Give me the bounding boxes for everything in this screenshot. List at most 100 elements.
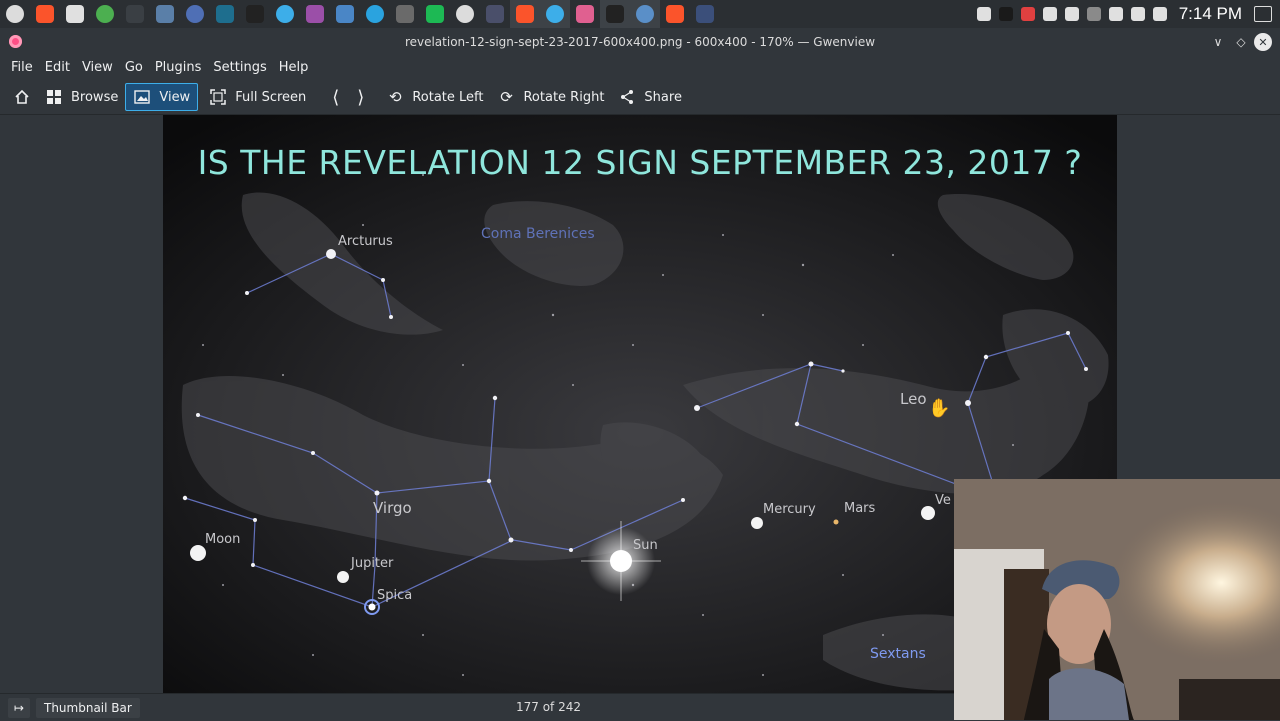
obs-window-icon: [606, 5, 624, 23]
network-launcher[interactable]: [150, 0, 180, 28]
tray-expand-button[interactable]: [1149, 0, 1171, 28]
night-mode-launcher[interactable]: [450, 0, 480, 28]
battery-icon: [1130, 7, 1145, 21]
gwenview-window-launcher[interactable]: [630, 0, 660, 28]
settings-icon: [66, 5, 84, 23]
clock[interactable]: 7:14 PM: [1179, 4, 1242, 24]
menu-plugins[interactable]: Plugins: [149, 60, 208, 75]
screenshot-tray-button[interactable]: [1017, 0, 1039, 28]
chrome-icon: [96, 5, 114, 23]
home-button[interactable]: [6, 83, 38, 111]
brave-window-2-launcher[interactable]: [660, 0, 690, 28]
updates-tray-button[interactable]: [1039, 0, 1061, 28]
next-button[interactable]: ⟩: [348, 83, 373, 111]
file-manager-launcher[interactable]: [270, 0, 300, 28]
spotify-launcher[interactable]: [420, 0, 450, 28]
media-play-button[interactable]: [973, 0, 995, 28]
circle-app-icon: [486, 5, 504, 23]
close-icon[interactable]: ✕: [1254, 33, 1272, 51]
label-venus: Ve: [935, 493, 951, 508]
folder-window-icon: [546, 5, 564, 23]
full-screen-label: Full Screen: [235, 89, 307, 105]
gwenview-app-icon[interactable]: [9, 35, 22, 48]
label-moon: Moon: [205, 532, 241, 547]
clipboard-tray-icon: [1064, 7, 1079, 21]
rotate-right-icon: ⟳: [500, 88, 513, 106]
clipboard-tray-button[interactable]: [1061, 0, 1083, 28]
battery-button[interactable]: [1127, 0, 1149, 28]
panel-launcher[interactable]: [210, 0, 240, 28]
app-window-launcher[interactable]: [690, 0, 720, 28]
minimize-icon[interactable]: ∨: [1208, 32, 1228, 52]
document-viewer-launcher[interactable]: [180, 0, 210, 28]
screenshot-tray-icon: [1020, 7, 1035, 21]
rotate-right-label: Rotate Right: [523, 89, 605, 105]
thumbnail-bar-button[interactable]: Thumbnail Bar: [36, 697, 140, 718]
updates-tray-icon: [1042, 7, 1057, 21]
full-screen-button[interactable]: Full Screen: [202, 83, 313, 111]
toolbar: Browse View Full Screen ⟨ ⟩ ⟲ Rotate Lef…: [0, 80, 1280, 115]
document-viewer-icon: [186, 5, 204, 23]
share-label: Share: [644, 89, 682, 105]
menu-file[interactable]: File: [5, 60, 39, 75]
obs-tray-button[interactable]: [995, 0, 1017, 28]
label-mercury: Mercury: [763, 502, 816, 517]
terminal-launcher[interactable]: [120, 0, 150, 28]
rotate-left-label: Rotate Left: [412, 89, 484, 105]
show-desktop-icon[interactable]: [1254, 6, 1272, 22]
thumbnail-toggle-icon[interactable]: ↦: [8, 697, 30, 718]
label-mars: Mars: [844, 501, 876, 516]
share-button[interactable]: Share: [611, 83, 689, 111]
rotate-left-button[interactable]: ⟲ Rotate Left: [379, 83, 490, 111]
keyboard-tray-button[interactable]: [1083, 0, 1105, 28]
plant-app-launcher[interactable]: [570, 0, 600, 28]
browse-label: Browse: [71, 89, 119, 105]
obs-window-launcher[interactable]: [600, 0, 630, 28]
folder-window-launcher[interactable]: [540, 0, 570, 28]
terminal-icon: [126, 5, 144, 23]
plant-app-icon: [576, 5, 594, 23]
circle-app-launcher[interactable]: [480, 0, 510, 28]
view-button[interactable]: View: [125, 83, 199, 111]
app-window-icon: [696, 5, 714, 23]
telegram-launcher[interactable]: [360, 0, 390, 28]
tray-expand-icon: [1152, 7, 1167, 21]
launcher-launcher[interactable]: [0, 0, 30, 28]
menu-settings[interactable]: Settings: [207, 60, 272, 75]
browse-button[interactable]: Browse: [38, 83, 125, 111]
rotate-right-button[interactable]: ⟳ Rotate Right: [490, 83, 611, 111]
brave-launcher[interactable]: [30, 0, 60, 28]
maximize-icon[interactable]: ◇: [1231, 32, 1251, 52]
panel-icon: [216, 5, 234, 23]
chrome-launcher[interactable]: [90, 0, 120, 28]
view-label: View: [159, 89, 191, 105]
system-tray: 7:14 PM: [973, 0, 1280, 28]
file-manager-icon: [276, 5, 294, 23]
launcher-icon: [6, 5, 24, 23]
telegram-icon: [366, 5, 384, 23]
image-heading: IS THE REVELATION 12 SIGN SEPTEMBER 23, …: [197, 143, 1083, 182]
label-virgo: Virgo: [373, 499, 412, 517]
brave-window-icon: [516, 5, 534, 23]
video-editor-icon: [306, 5, 324, 23]
brave-window-launcher[interactable]: [510, 0, 540, 28]
label-sextans: Sextans: [870, 646, 926, 662]
text-editor-launcher[interactable]: [390, 0, 420, 28]
webcam-overlay: [954, 479, 1280, 720]
statusbar: ↦ Thumbnail Bar 177 of 242: [0, 693, 954, 721]
webcam-feed-image: [954, 479, 1280, 720]
wifi-button[interactable]: [1105, 0, 1127, 28]
hand-cursor-icon: ✋: [928, 398, 951, 419]
menu-help[interactable]: Help: [273, 60, 315, 75]
night-mode-icon: [456, 5, 474, 23]
menu-edit[interactable]: Edit: [39, 60, 76, 75]
video-editor-launcher[interactable]: [300, 0, 330, 28]
image-view-icon: [133, 88, 151, 106]
menu-view[interactable]: View: [76, 60, 119, 75]
menu-go[interactable]: Go: [119, 60, 149, 75]
obs-launcher[interactable]: [240, 0, 270, 28]
full-screen-icon: [209, 88, 227, 106]
image-editor-launcher[interactable]: [330, 0, 360, 28]
previous-button[interactable]: ⟨: [323, 83, 348, 111]
settings-launcher[interactable]: [60, 0, 90, 28]
